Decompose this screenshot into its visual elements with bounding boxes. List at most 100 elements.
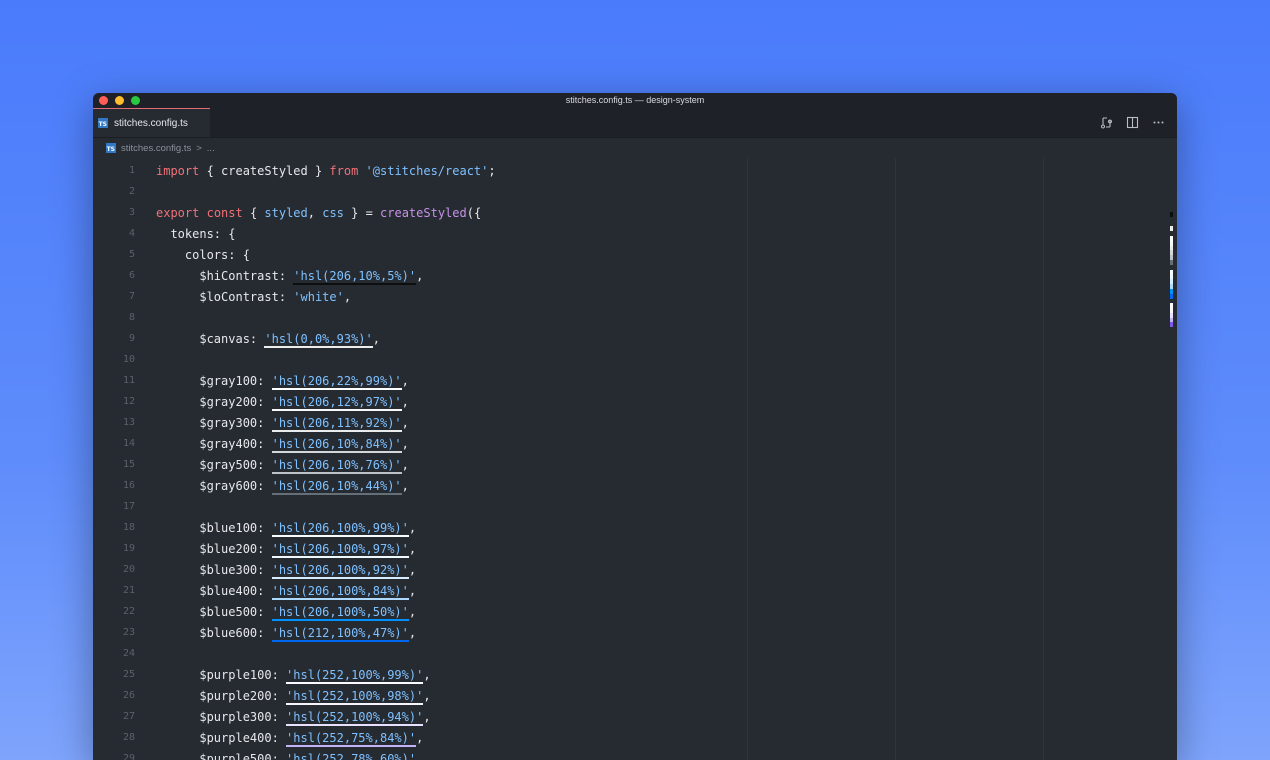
code-token: ,	[408, 520, 417, 535]
code-line[interactable]: 21 $blue400: 'hsl(206,100%,84%)',	[93, 580, 1177, 601]
code-line[interactable]: 13 $gray300: 'hsl(206,11%,92%)',	[93, 412, 1177, 433]
line-code: $blue300: 'hsl(206,100%,92%)',	[156, 562, 416, 579]
split-editor-icon[interactable]	[1125, 115, 1139, 129]
tab-stitches-config[interactable]: TS stitches.config.ts	[93, 108, 210, 137]
code-token: tokens: {	[156, 226, 236, 241]
code-line[interactable]: 22 $blue500: 'hsl(206,100%,50%)',	[93, 601, 1177, 622]
code-line[interactable]: 23 $blue600: 'hsl(212,100%,47%)',	[93, 622, 1177, 643]
code-token: ,	[423, 667, 431, 682]
code-line[interactable]: 15 $gray500: 'hsl(206,10%,76%)',	[93, 454, 1177, 475]
line-number: 18	[122, 522, 135, 533]
line-number: 17	[122, 501, 135, 512]
line-number: 26	[122, 690, 135, 701]
code-line[interactable]: 17	[93, 496, 1177, 517]
minimize-window-button[interactable]	[115, 96, 124, 105]
code-line[interactable]: 27 $purple300: 'hsl(252,100%,94%)',	[93, 706, 1177, 727]
code-token: 'hsl(252,100%,99%)'	[286, 667, 424, 684]
code-token: import	[156, 163, 200, 178]
editor-window: stitches.config.ts — design-system TS st…	[93, 93, 1177, 760]
line-number: 6	[128, 270, 135, 281]
code-token: 'hsl(206,100%,92%)'	[271, 562, 409, 579]
code-line[interactable]: 6 $hiContrast: 'hsl(206,10%,5%)',	[93, 265, 1177, 286]
line-number: 15	[122, 459, 135, 470]
code-line[interactable]: 1 import { createStyled } from '@stitches…	[93, 160, 1177, 181]
line-number: 4	[128, 228, 135, 239]
code-token: 'hsl(206,100%,50%)'	[271, 604, 409, 621]
line-code: $gray100: 'hsl(206,22%,99%)',	[156, 373, 409, 390]
code-token: $canvas:	[156, 331, 265, 346]
code-line[interactable]: 2	[93, 181, 1177, 202]
line-code: $gray500: 'hsl(206,10%,76%)',	[156, 457, 409, 474]
line-number: 10	[122, 354, 135, 365]
code-line[interactable]: 20 $blue300: 'hsl(206,100%,92%)',	[93, 559, 1177, 580]
code-line[interactable]: 25 $purple100: 'hsl(252,100%,99%)',	[93, 664, 1177, 685]
code-token: 'hsl(252,100%,94%)'	[286, 709, 424, 726]
breadcrumb-file[interactable]: stitches.config.ts	[121, 143, 191, 154]
line-number: 7	[128, 291, 135, 302]
code-line[interactable]: 24	[93, 643, 1177, 664]
code-line[interactable]: 29 $purple500: 'hsl(252,78%,60%)',	[93, 748, 1177, 760]
code-token: ,	[401, 436, 409, 451]
code-line[interactable]: 5 colors: {	[93, 244, 1177, 265]
code-token: $purple100:	[156, 667, 287, 682]
code-token: $purple500:	[156, 751, 287, 760]
code-line[interactable]: 28 $purple400: 'hsl(252,75%,84%)',	[93, 727, 1177, 748]
source-control-compare-icon[interactable]	[1099, 115, 1113, 129]
code-line[interactable]: 3 export const { styled, css } = createSt…	[93, 202, 1177, 223]
code-token: $blue600:	[156, 625, 272, 640]
code-line[interactable]: 26 $purple200: 'hsl(252,100%,98%)',	[93, 685, 1177, 706]
line-code: $purple500: 'hsl(252,78%,60%)',	[156, 751, 423, 760]
window-title: stitches.config.ts — design-system	[565, 95, 705, 105]
code-token: ,	[401, 373, 409, 388]
code-token: ,	[423, 688, 431, 703]
tab-label: stitches.config.ts	[114, 117, 188, 129]
code-line[interactable]: 7 $loContrast: 'white',	[93, 286, 1177, 307]
line-number: 13	[122, 417, 135, 428]
minimap-scrollbar[interactable]	[1165, 158, 1177, 758]
code-line[interactable]: 19 $blue200: 'hsl(206,100%,97%)',	[93, 538, 1177, 559]
more-actions-icon[interactable]	[1151, 115, 1165, 129]
breadcrumb-separator: >	[196, 142, 202, 154]
minimap-color-mark	[1170, 260, 1173, 265]
line-number: 25	[122, 669, 135, 680]
code-token: ,	[307, 205, 323, 220]
code-token: styled	[264, 205, 308, 220]
tab-actions	[1099, 115, 1165, 129]
tab-bar: TS stitches.config.ts	[93, 108, 1177, 138]
code-line[interactable]: 12 $gray200: 'hsl(206,12%,97%)',	[93, 391, 1177, 412]
code-line[interactable]: 14 $gray400: 'hsl(206,10%,84%)',	[93, 433, 1177, 454]
minimap-color-mark	[1170, 322, 1173, 328]
code-line[interactable]: 16 $gray600: 'hsl(206,10%,44%)',	[93, 475, 1177, 496]
code-line[interactable]: 9 $canvas: 'hsl(0,0%,93%)',	[93, 328, 1177, 349]
ts-file-icon: TS	[98, 118, 108, 128]
line-number: 14	[122, 438, 135, 449]
code-line[interactable]: 4 tokens: {	[93, 223, 1177, 244]
line-code: tokens: {	[156, 227, 235, 241]
code-line[interactable]: 8	[93, 307, 1177, 328]
code-line[interactable]: 10	[93, 349, 1177, 370]
line-code: colors: {	[156, 248, 250, 262]
code-token: $hiContrast:	[156, 268, 294, 283]
zoom-window-button[interactable]	[131, 96, 140, 105]
line-number: 1	[128, 165, 135, 176]
line-number: 22	[122, 606, 135, 617]
line-code: $blue500: 'hsl(206,100%,50%)',	[156, 604, 416, 621]
line-code: $blue200: 'hsl(206,100%,97%)',	[156, 541, 416, 558]
line-code: $canvas: 'hsl(0,0%,93%)',	[156, 331, 380, 348]
code-token: $purple200:	[156, 688, 287, 703]
breadcrumb: TS stitches.config.ts > ...	[93, 138, 1177, 158]
code-line[interactable]: 11 $gray100: 'hsl(206,22%,99%)',	[93, 370, 1177, 391]
code-token: '@stitches/react'	[365, 163, 489, 178]
close-window-button[interactable]	[99, 96, 108, 105]
code-token: createStyled	[380, 205, 467, 220]
line-number: 9	[128, 333, 135, 344]
breadcrumb-ellipsis[interactable]: ...	[207, 143, 215, 154]
code-line[interactable]: 18 $blue100: 'hsl(206,100%,99%)',	[93, 517, 1177, 538]
line-number: 2	[128, 186, 135, 197]
code-token: ,	[401, 457, 409, 472]
code-editor[interactable]: 1 import { createStyled } from '@stitches…	[93, 158, 1177, 760]
code-token: $gray400:	[156, 436, 272, 451]
code-token: $blue200:	[156, 541, 272, 556]
code-token: ,	[408, 583, 417, 598]
